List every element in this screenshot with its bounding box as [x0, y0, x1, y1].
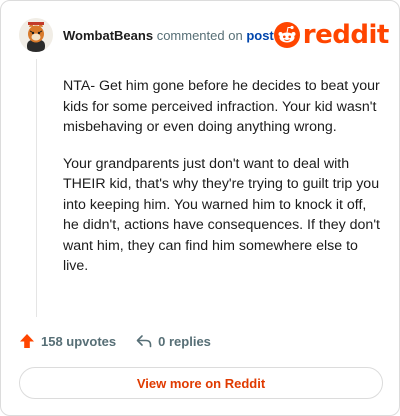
- upvote-button[interactable]: 158 upvotes: [19, 333, 116, 349]
- reddit-snoo-icon: [273, 22, 300, 48]
- reddit-comment-card: WombatBeans commented on post reddit NTA…: [0, 0, 400, 416]
- comment-paragraph: NTA- Get him gone before he decides to b…: [63, 78, 380, 135]
- upvote-count: 158 upvotes: [41, 333, 117, 349]
- commented-on-text: commented on: [156, 27, 243, 43]
- reddit-wordmark: reddit: [302, 20, 390, 50]
- comment-body: NTA- Get him gone before he decides to b…: [63, 76, 383, 293]
- post-link[interactable]: post: [246, 28, 273, 43]
- thread-line: [36, 59, 37, 317]
- comment-paragraph: Your grandparents just don't want to dea…: [63, 155, 380, 275]
- reply-count: 0 replies: [158, 333, 211, 349]
- author-line: WombatBeans commented on post: [63, 28, 274, 43]
- comment-actions: 158 upvotes 0 replies: [19, 333, 211, 349]
- replies-button[interactable]: 0 replies: [136, 334, 211, 349]
- upvote-arrow-icon: [20, 334, 34, 348]
- comment-header: WombatBeans commented on post reddit: [19, 17, 389, 53]
- author-name[interactable]: WombatBeans: [63, 28, 153, 43]
- view-more-button[interactable]: View more on Reddit: [19, 367, 383, 399]
- reply-icon: [136, 335, 152, 348]
- avatar-icon: [19, 18, 53, 52]
- reddit-logo[interactable]: reddit: [273, 20, 390, 50]
- user-avatar[interactable]: [19, 18, 53, 52]
